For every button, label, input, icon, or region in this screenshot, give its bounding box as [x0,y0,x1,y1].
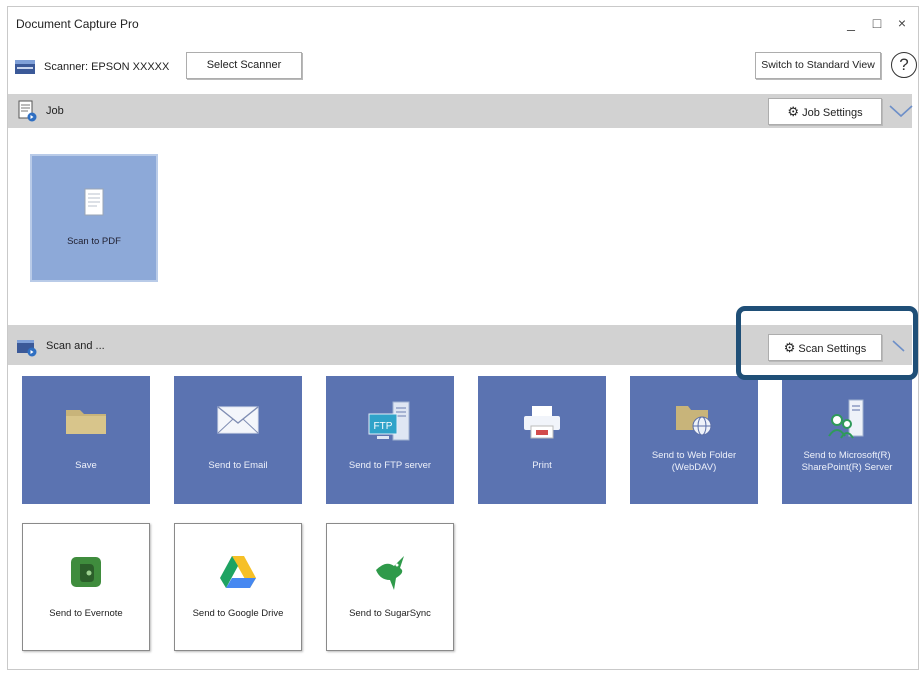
job-icon [18,100,37,122]
window-title: Document Capture Pro [16,17,139,31]
tile-label: Send to Microsoft(R) SharePoint(R) Serve… [801,450,893,473]
tile-label: Send to Web Folder (WebDAV) [651,450,737,473]
google-drive-icon [175,554,301,596]
job-settings-label: Job Settings [802,107,863,119]
switch-view-button[interactable]: Switch to Standard View [755,52,881,79]
ftp-server-icon: FTP [326,400,454,442]
tile-print[interactable]: Print [478,376,606,504]
tile-send-to-google-drive[interactable]: Send to Google Drive [174,523,302,651]
scan-settings-highlight [736,306,918,380]
tile-send-to-sugarsync[interactable]: Send to SugarSync [326,523,454,651]
job-settings-button[interactable]: ⚙ Job Settings [768,98,882,125]
document-icon [30,188,158,230]
chevron-down-icon[interactable] [888,103,914,119]
job-section-label: Job [46,105,64,117]
sugarsync-icon [327,552,453,594]
minimize-button[interactable]: _ [840,15,862,31]
close-button[interactable]: × [891,15,913,31]
tile-label: Send to SugarSync [349,608,431,619]
scanner-toolbar: Scanner: EPSON XXXXX Select Scanner Swit… [8,47,918,87]
gear-icon: ⚙ [787,104,800,119]
scan-and-icon [17,340,37,357]
tile-label: Save [75,460,97,471]
tile-send-to-webdav[interactable]: Send to Web Folder (WebDAV) [630,376,758,504]
select-scanner-button[interactable]: Select Scanner [186,52,302,79]
web-folder-icon [630,402,758,444]
tile-label: Send to FTP server [348,460,432,471]
envelope-icon [174,404,302,446]
scan-section-label: Scan and ... [46,340,105,352]
title-bar: Document Capture Pro _ □ × [8,7,918,43]
tile-label: Scan to PDF [67,236,121,247]
tile-label: Send to Email [208,460,268,471]
svg-text:FTP: FTP [374,421,393,432]
tile-label: Send to Google Drive [192,608,284,619]
tile-send-to-sharepoint[interactable]: Send to Microsoft(R) SharePoint(R) Serve… [782,376,912,504]
evernote-icon [23,556,149,598]
maximize-button[interactable]: □ [866,15,888,31]
tile-label: Send to Evernote [49,608,123,619]
tile-send-to-evernote[interactable]: Send to Evernote [22,523,150,651]
sharepoint-icon [782,398,912,440]
job-section-header: Job ⚙ Job Settings [8,94,912,128]
tile-save[interactable]: Save [22,376,150,504]
scanner-icon [15,60,35,74]
tile-send-to-email[interactable]: Send to Email [174,376,302,504]
help-button[interactable]: ? [891,52,917,78]
job-tile-scan-to-pdf[interactable]: Scan to PDF [30,154,158,282]
folder-icon [22,404,150,446]
printer-icon [478,404,606,446]
tile-send-to-ftp[interactable]: FTP Send to FTP server [326,376,454,504]
scanner-name: Scanner: EPSON XXXXX [44,61,170,73]
tile-label: Print [532,460,552,471]
